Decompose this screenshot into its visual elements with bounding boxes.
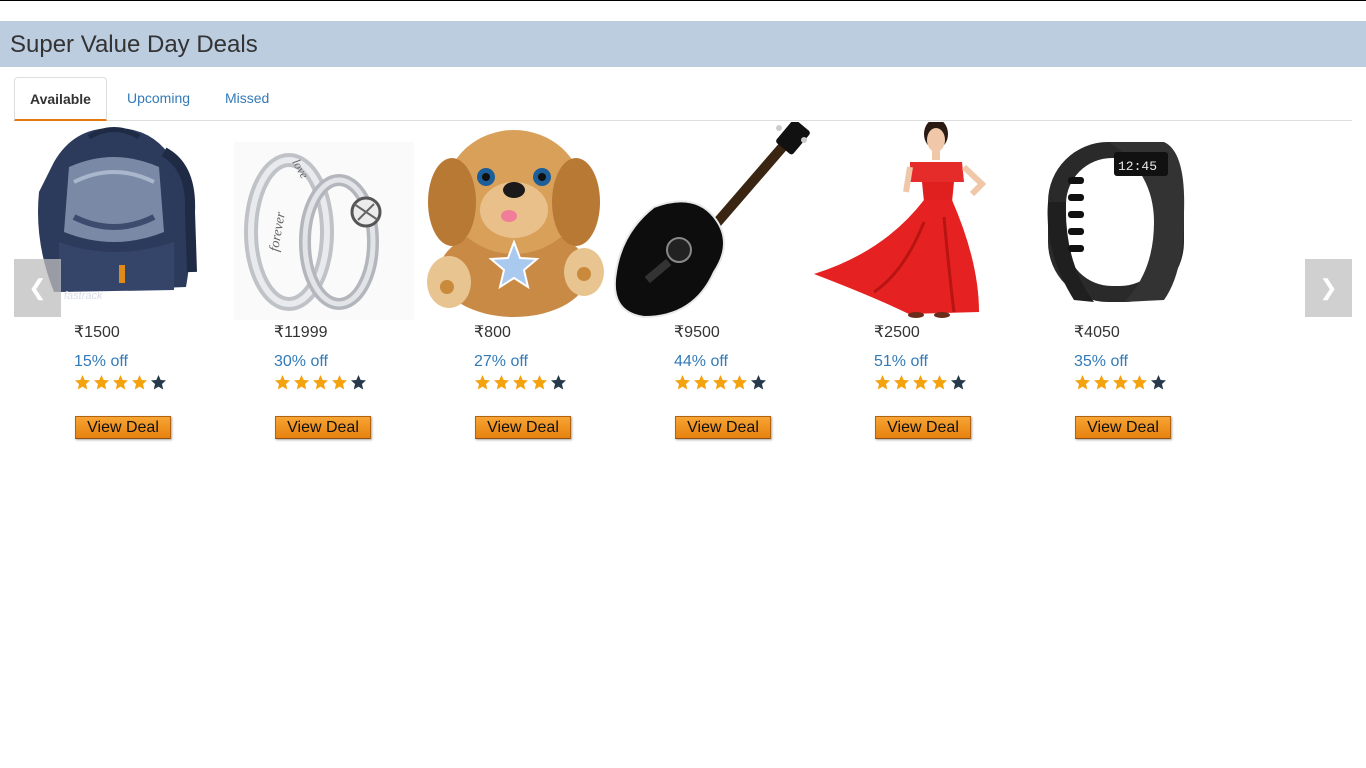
deal-discount: 27% off bbox=[474, 353, 528, 370]
star-empty-icon bbox=[550, 374, 567, 391]
star-empty-icon bbox=[750, 374, 767, 391]
deal-discount: 44% off bbox=[674, 353, 728, 370]
deal-discount: 35% off bbox=[1074, 353, 1128, 370]
deal-discount: 15% off bbox=[74, 353, 128, 370]
view-deal-button[interactable]: View Deal bbox=[275, 416, 371, 439]
star-filled-icon bbox=[674, 374, 691, 391]
deal-discount: 30% off bbox=[274, 353, 328, 370]
view-deal-button[interactable]: View Deal bbox=[875, 416, 971, 439]
star-empty-icon bbox=[350, 374, 367, 391]
rating-stars bbox=[1074, 374, 1169, 392]
fitness-tracker-image[interactable]: 12:45 bbox=[1014, 122, 1214, 320]
view-deal-button[interactable]: View Deal bbox=[1075, 416, 1171, 439]
star-filled-icon bbox=[693, 374, 710, 391]
deals-carousel: fastrack ₹1500 15% off View Deal forever… bbox=[0, 122, 1366, 452]
view-deal-button[interactable]: View Deal bbox=[475, 416, 571, 439]
star-filled-icon bbox=[293, 374, 310, 391]
star-filled-icon bbox=[874, 374, 891, 391]
star-filled-icon bbox=[712, 374, 729, 391]
rating-stars bbox=[874, 374, 969, 392]
star-filled-icon bbox=[893, 374, 910, 391]
deal-price: ₹2500 bbox=[874, 324, 920, 341]
rating-stars bbox=[274, 374, 369, 392]
star-filled-icon bbox=[931, 374, 948, 391]
star-filled-icon bbox=[112, 374, 129, 391]
carousel-prev-button[interactable]: ❮ bbox=[14, 259, 61, 317]
star-filled-icon bbox=[331, 374, 348, 391]
watch-display-text: 12:45 bbox=[1118, 159, 1157, 174]
view-deal-button[interactable]: View Deal bbox=[675, 416, 771, 439]
rating-stars bbox=[74, 374, 169, 392]
deal-price: ₹4050 bbox=[1074, 324, 1120, 341]
star-filled-icon bbox=[531, 374, 548, 391]
star-filled-icon bbox=[512, 374, 529, 391]
deal-price: ₹11999 bbox=[274, 324, 328, 341]
star-filled-icon bbox=[1112, 374, 1129, 391]
deal-discount: 51% off bbox=[874, 353, 928, 370]
top-rule bbox=[0, 0, 1366, 1]
carousel-next-button[interactable]: ❯ bbox=[1305, 259, 1352, 317]
rings-image[interactable]: forever love bbox=[214, 122, 414, 320]
tab-available[interactable]: Available bbox=[14, 77, 107, 121]
deal-card: ₹800 27% off View Deal bbox=[414, 122, 614, 442]
page-title: Super Value Day Deals bbox=[10, 31, 258, 58]
deal-card: ₹2500 51% off View Deal bbox=[814, 122, 1014, 442]
view-deal-button[interactable]: View Deal bbox=[75, 416, 171, 439]
page-header: Super Value Day Deals bbox=[0, 21, 1366, 67]
svg-text:fastrack: fastrack bbox=[64, 290, 103, 302]
deal-card: 12:45 ₹4050 35% off View Deal bbox=[1014, 122, 1214, 442]
star-filled-icon bbox=[493, 374, 510, 391]
red-gown-image[interactable] bbox=[814, 122, 1014, 320]
star-filled-icon bbox=[74, 374, 91, 391]
star-filled-icon bbox=[1131, 374, 1148, 391]
star-filled-icon bbox=[274, 374, 291, 391]
star-empty-icon bbox=[1150, 374, 1167, 391]
rating-stars bbox=[474, 374, 569, 392]
star-filled-icon bbox=[131, 374, 148, 391]
deal-price: ₹9500 bbox=[674, 324, 720, 341]
plush-puppy-image[interactable] bbox=[414, 122, 614, 320]
deal-card: forever love ₹11999 30% off View Deal bbox=[214, 122, 414, 442]
deal-price: ₹800 bbox=[474, 324, 511, 341]
deal-tabs: Available Upcoming Missed bbox=[14, 77, 1352, 121]
star-filled-icon bbox=[731, 374, 748, 391]
star-filled-icon bbox=[474, 374, 491, 391]
star-filled-icon bbox=[1093, 374, 1110, 391]
star-empty-icon bbox=[150, 374, 167, 391]
guitar-image[interactable] bbox=[614, 122, 814, 320]
star-filled-icon bbox=[912, 374, 929, 391]
star-filled-icon bbox=[312, 374, 329, 391]
tab-upcoming[interactable]: Upcoming bbox=[112, 77, 205, 120]
tab-missed[interactable]: Missed bbox=[210, 77, 284, 120]
deal-price: ₹1500 bbox=[74, 324, 120, 341]
star-empty-icon bbox=[950, 374, 967, 391]
star-filled-icon bbox=[1074, 374, 1091, 391]
star-filled-icon bbox=[93, 374, 110, 391]
deal-card: ₹9500 44% off View Deal bbox=[614, 122, 814, 442]
rating-stars bbox=[674, 374, 769, 392]
